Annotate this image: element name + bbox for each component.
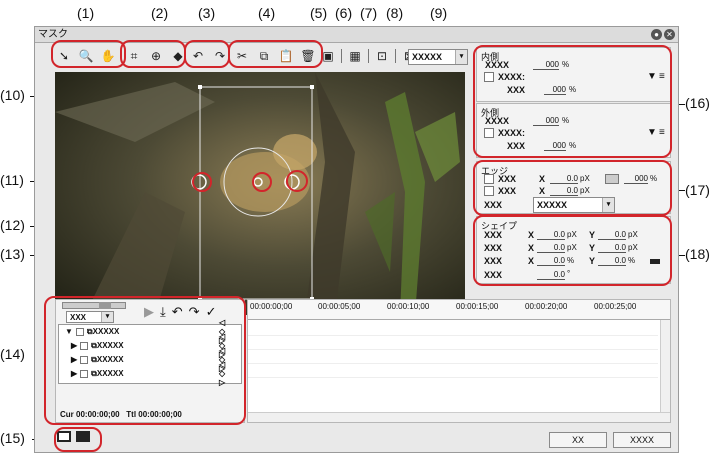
highlight-17: [473, 160, 672, 216]
gear-icon[interactable]: ●: [651, 29, 662, 40]
chevron-down-icon: ▾: [455, 50, 467, 64]
ruler-tick: 00:00:05;00: [318, 302, 361, 311]
highlight-2: [120, 40, 186, 68]
ruler-tick: 00:00:20;00: [525, 302, 568, 311]
ok-button[interactable]: XX: [549, 432, 607, 448]
ruler-tick: 00:00:00;00: [250, 302, 293, 311]
safe-area-icon[interactable]: ⊡: [373, 47, 391, 65]
preview-image: [55, 72, 465, 315]
highlight-14: [44, 296, 246, 425]
highlight-4: [228, 40, 323, 68]
cancel-button[interactable]: XXXX: [613, 432, 671, 448]
callout-6: (6): [335, 5, 353, 21]
horizontal-scrollbar[interactable]: [248, 412, 670, 422]
zoom-select-value: XXXXX: [412, 52, 443, 62]
callout-12: (12): [0, 217, 25, 233]
callout-17: (17): [685, 182, 710, 198]
callout-3: (3): [198, 5, 216, 21]
highlight-13: [286, 170, 308, 192]
ruler-tick: 00:00:10;00: [387, 302, 430, 311]
callout-11: (11): [0, 172, 24, 188]
vertical-scrollbar[interactable]: [660, 320, 670, 412]
highlight-11: [192, 172, 212, 192]
callout-14: (14): [0, 346, 25, 362]
highlight-16: [473, 45, 672, 158]
window-title: マスク: [38, 29, 68, 40]
zoom-select[interactable]: XXXXX ▾: [408, 49, 468, 65]
callout-2: (2): [151, 5, 169, 21]
toolbar-separator: [341, 49, 342, 63]
timeline-ruler[interactable]: 00:00:00;00 00:00:05;00 00:00:10;00 00:0…: [248, 300, 670, 320]
highlight-18: [473, 215, 672, 286]
highlight-3: [184, 40, 230, 68]
highlight-12: [252, 172, 272, 192]
preview-area[interactable]: [55, 72, 465, 315]
highlight-15: [54, 427, 102, 452]
callout-13: (13): [0, 246, 25, 262]
callout-1: (1): [77, 5, 95, 21]
callout-4: (4): [258, 5, 276, 21]
close-icon[interactable]: ✕: [664, 29, 675, 40]
callout-8: (8): [386, 5, 404, 21]
toolbar-separator: [368, 49, 369, 63]
toolbar-group-view: ▣ ▦ ⊡ ⊠: [317, 45, 420, 67]
highlight-1: [51, 40, 126, 68]
callout-5: (5): [310, 5, 328, 21]
grid-icon[interactable]: ▦: [346, 47, 364, 65]
callout-7: (7): [360, 5, 378, 21]
callout-18: (18): [685, 246, 710, 262]
callout-15: (15): [0, 430, 25, 446]
ruler-tick: 00:00:25;00: [594, 302, 637, 311]
callout-16: (16): [685, 95, 710, 111]
callout-9: (9): [430, 5, 448, 21]
timeline-keyframe-area[interactable]: 00:00:00;00 00:00:05;00 00:00:10;00 00:0…: [247, 299, 671, 423]
keyframe-tracks[interactable]: [248, 322, 658, 380]
toolbar-separator: [395, 49, 396, 63]
callout-10: (10): [0, 87, 25, 103]
screenshot-stage: (1) (2) (3) (4) (5) (6) (7) (8) (9) (10)…: [0, 0, 716, 458]
ruler-tick: 00:00:15;00: [456, 302, 499, 311]
